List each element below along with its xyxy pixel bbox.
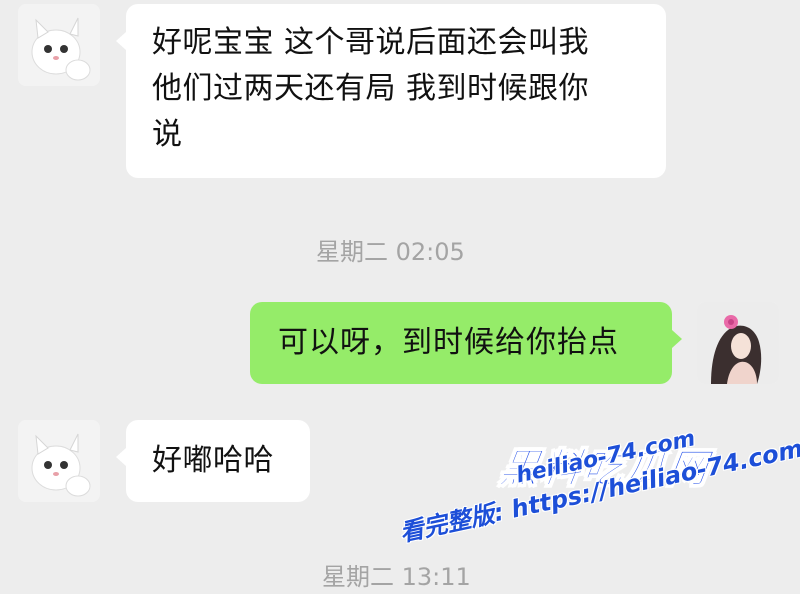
contact-avatar[interactable]: [18, 420, 100, 502]
girl-with-flower-icon: [697, 302, 779, 384]
timestamp: 星期二 13:11: [322, 563, 471, 591]
timestamp: 星期二 02:05: [316, 238, 465, 266]
sent-message[interactable]: 可以呀，到时候给你抬点: [250, 302, 672, 384]
bubble-tail: [116, 448, 126, 466]
chat-view: 好呢宝宝 这个哥说后面还会叫我 他们过两天还有局 我到时候跟你 说 星期二 02…: [0, 0, 800, 594]
white-kitten-icon: [18, 420, 100, 502]
watermark-site: heiliao-74.com: [514, 426, 698, 489]
my-avatar[interactable]: [697, 302, 779, 384]
bubble-tail: [672, 330, 682, 348]
white-kitten-icon: [18, 4, 100, 86]
received-message[interactable]: 好呢宝宝 这个哥说后面还会叫我 他们过两天还有局 我到时候跟你 说: [126, 4, 666, 178]
bubble-tail: [116, 32, 126, 50]
watermark-full-version: 看完整版: https://heiliao-74.com: [397, 434, 800, 548]
watermark-brand: 黑料吃瓜网: [496, 446, 713, 493]
contact-avatar[interactable]: [18, 4, 100, 86]
received-message[interactable]: 好嘟哈哈: [126, 420, 310, 502]
